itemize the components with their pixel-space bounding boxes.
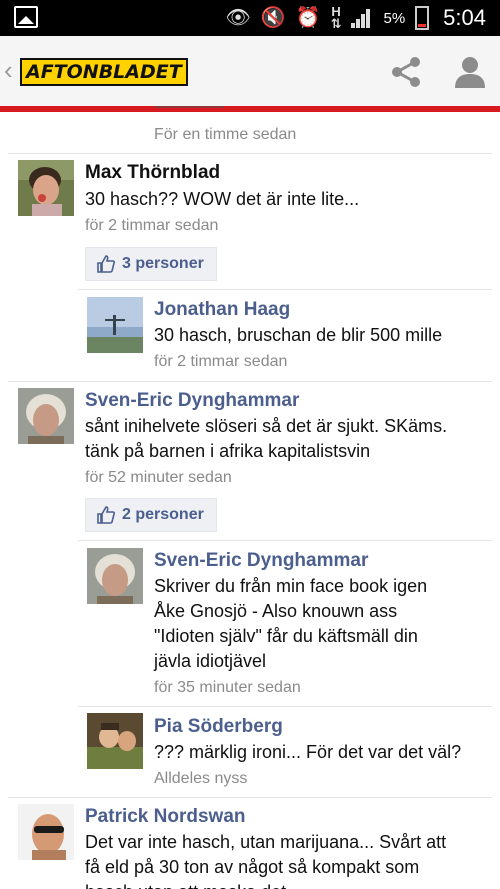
avatar-sven-eric-dynghammar[interactable]	[18, 388, 74, 444]
comment-author[interactable]: Patrick Nordswan	[85, 806, 246, 828]
divider	[78, 540, 492, 541]
comment-text-line: tänk på barnen i afrika kapitalistsvin	[85, 441, 371, 461]
comment-author[interactable]: Sven-Eric Dynghammar	[85, 390, 299, 412]
comment-text-line: sånt inihelvete slöseri så det är sjukt.…	[85, 416, 448, 436]
gallery-notification-icon	[14, 6, 38, 28]
divider	[8, 797, 492, 798]
clock: 5:04	[443, 5, 486, 30]
clipped-text-fragment	[154, 102, 224, 108]
divider	[8, 381, 492, 382]
avatar-max-thornblad[interactable]	[18, 160, 74, 216]
mute-icon: 🔇	[260, 7, 286, 29]
comment-text-line: Det var inte hasch, utan marijuana... Sv…	[85, 832, 447, 852]
comment-time: för 52 minuter sedan	[85, 469, 232, 486]
like-count-label: 3 personer	[122, 255, 204, 272]
comment-text-line: Åke Gnosjö - Also knouwn ass	[154, 601, 398, 621]
comment-text-line: hasch utan att maska det.	[85, 880, 291, 889]
comment-text: ??? märklig ironi... För det var det väl…	[154, 742, 462, 762]
like-count-button[interactable]: 2 personer	[85, 498, 217, 532]
like-count-button[interactable]: 3 personer	[85, 247, 217, 281]
battery-percent: 5%	[383, 9, 406, 27]
comment-time: för 2 timmar sedan	[85, 217, 219, 234]
aftonbladet-logo[interactable]: AFTONBLADET	[20, 58, 188, 86]
back-chevron-icon[interactable]: ‹	[4, 56, 13, 84]
user-profile-icon[interactable]	[452, 54, 488, 90]
comment-author[interactable]: Pia Söderberg	[154, 716, 283, 738]
avatar-patrick-nordswan[interactable]	[18, 804, 74, 860]
comment-author[interactable]: Max Thörnblad	[85, 162, 220, 184]
comment-text-line: jävla idiotjävel	[154, 651, 267, 671]
comment-author[interactable]: Jonathan Haag	[154, 299, 290, 321]
alarm-icon: ⏰	[295, 7, 321, 29]
network-type-indicator: H ⇅	[330, 4, 342, 31]
signal-strength-icon	[351, 8, 373, 28]
comment-time: för 2 timmar sedan	[154, 353, 288, 370]
app-header: ‹ AFTONBLADET	[0, 36, 500, 106]
comment-text-line: "Idioten själv" får du käftsmäll din	[154, 626, 418, 646]
divider	[8, 153, 492, 154]
avatar-jonathan-haag[interactable]	[87, 297, 143, 353]
comment-time: för 35 minuter sedan	[154, 679, 301, 696]
comment-text: 30 hasch?? WOW det är inte lite...	[85, 189, 360, 209]
like-count-label: 2 personer	[122, 506, 204, 523]
comment-author[interactable]: Sven-Eric Dynghammar	[154, 550, 368, 572]
thumbs-up-icon	[97, 255, 115, 273]
divider	[78, 706, 492, 707]
eye-icon: 👁	[225, 7, 251, 29]
avatar-sven-eric-dynghammar[interactable]	[87, 548, 143, 604]
share-icon[interactable]	[388, 54, 424, 90]
comment-text-line: Skriver du från min face book igen	[154, 576, 428, 596]
status-bar: 👁 🔇 ⏰ H ⇅ 5% 5:04	[0, 0, 500, 36]
comment-text-line: få eld på 30 ton av något så kompakt som	[85, 857, 420, 877]
battery-icon	[415, 6, 430, 30]
header-accent-line	[0, 106, 500, 112]
comment-text: 30 hasch, bruschan de blir 500 mille	[154, 325, 443, 345]
divider	[78, 289, 492, 290]
thumbs-up-icon	[97, 506, 115, 524]
comment-time: För en timme sedan	[154, 126, 297, 143]
avatar-pia-soderberg[interactable]	[87, 713, 143, 769]
comment-time: Alldeles nyss	[154, 770, 248, 787]
